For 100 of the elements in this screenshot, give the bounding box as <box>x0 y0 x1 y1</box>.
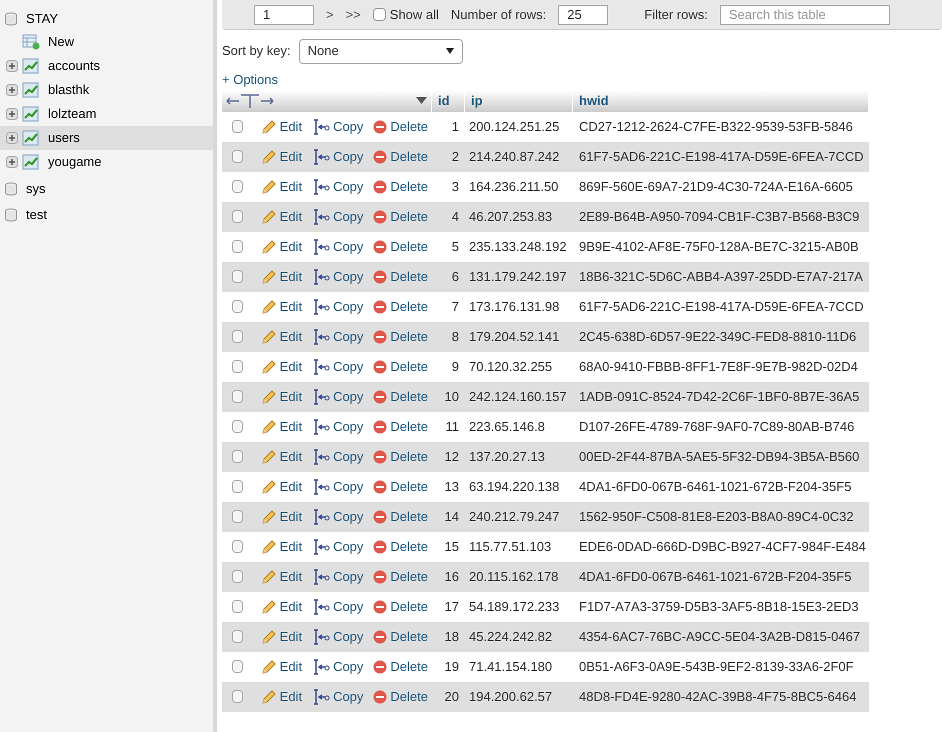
row-checkbox[interactable] <box>232 240 243 253</box>
edit-link[interactable]: Edit <box>280 536 302 556</box>
copy-link[interactable]: Copy <box>333 626 364 646</box>
copy-link[interactable]: Copy <box>333 356 364 376</box>
column-resize-icon[interactable] <box>226 94 274 108</box>
copy-link[interactable]: Copy <box>333 326 364 346</box>
copy-link[interactable]: Copy <box>333 446 364 466</box>
edit-link[interactable]: Edit <box>280 266 302 286</box>
copy-link[interactable]: Copy <box>333 506 364 526</box>
column-header[interactable]: ip <box>471 90 483 110</box>
edit-link[interactable]: Edit <box>280 566 302 586</box>
edit-link[interactable]: Edit <box>280 146 302 166</box>
edit-link[interactable]: Edit <box>280 176 302 196</box>
row-checkbox[interactable] <box>232 570 243 583</box>
next-page-button[interactable]: > <box>326 4 334 24</box>
copy-link[interactable]: Copy <box>333 236 364 256</box>
row-checkbox[interactable] <box>232 120 243 133</box>
edit-link[interactable]: Edit <box>280 686 302 706</box>
options-link[interactable]: + Options <box>222 72 278 87</box>
copy-link[interactable]: Copy <box>333 536 364 556</box>
delete-link[interactable]: Delete <box>390 356 428 376</box>
delete-link[interactable]: Delete <box>390 236 428 256</box>
rows-count-field[interactable]: 25 <box>558 4 608 24</box>
table-row[interactable]: users <box>0 126 213 150</box>
delete-link[interactable]: Delete <box>390 326 428 346</box>
copy-link[interactable]: Copy <box>333 566 364 586</box>
delete-link[interactable]: Delete <box>390 566 428 586</box>
delete-link[interactable]: Delete <box>390 476 428 496</box>
sort-caret-icon[interactable] <box>416 97 427 104</box>
copy-link[interactable]: Copy <box>333 296 364 316</box>
show-all-checkbox[interactable] <box>372 8 386 21</box>
row-checkbox[interactable] <box>232 450 243 463</box>
row-checkbox[interactable] <box>232 420 243 433</box>
row-checkbox[interactable] <box>232 390 243 403</box>
row-checkbox[interactable] <box>232 330 243 343</box>
table-link[interactable]: users <box>48 128 80 148</box>
expand-icon[interactable] <box>6 156 18 168</box>
database-link[interactable]: sys <box>26 179 46 199</box>
row-checkbox[interactable] <box>232 150 243 163</box>
delete-link[interactable]: Delete <box>390 506 428 526</box>
row-checkbox[interactable] <box>232 210 243 223</box>
copy-link[interactable]: Copy <box>333 596 364 616</box>
edit-link[interactable]: Edit <box>280 656 302 676</box>
copy-link[interactable]: Copy <box>333 206 364 226</box>
copy-link[interactable]: Copy <box>333 116 364 136</box>
table-row[interactable]: blasthk <box>0 78 213 102</box>
table-link[interactable]: yougame <box>48 152 102 172</box>
delete-link[interactable]: Delete <box>390 686 428 706</box>
copy-link[interactable]: Copy <box>333 146 364 166</box>
row-checkbox[interactable] <box>232 180 243 193</box>
edit-link[interactable]: Edit <box>280 596 302 616</box>
filter-field[interactable]: Search this table <box>720 4 890 24</box>
page-select[interactable]: 1 <box>254 4 314 24</box>
row-checkbox[interactable] <box>232 660 243 673</box>
table-row[interactable]: New <box>0 30 213 54</box>
delete-link[interactable]: Delete <box>390 266 428 286</box>
column-header[interactable]: hwid <box>579 90 609 110</box>
new-table-link[interactable]: New <box>48 32 74 52</box>
row-checkbox[interactable] <box>232 300 243 313</box>
delete-link[interactable]: Delete <box>390 296 428 316</box>
delete-link[interactable]: Delete <box>390 536 428 556</box>
row-checkbox[interactable] <box>232 480 243 493</box>
edit-link[interactable]: Edit <box>280 116 302 136</box>
delete-link[interactable]: Delete <box>390 416 428 436</box>
edit-link[interactable]: Edit <box>280 206 302 226</box>
row-checkbox[interactable] <box>232 600 243 613</box>
copy-link[interactable]: Copy <box>333 686 364 706</box>
copy-link[interactable]: Copy <box>333 386 364 406</box>
row-checkbox[interactable] <box>232 360 243 373</box>
delete-link[interactable]: Delete <box>390 656 428 676</box>
table-link[interactable]: lolzteam <box>48 104 96 124</box>
delete-link[interactable]: Delete <box>390 596 428 616</box>
row-checkbox[interactable] <box>232 540 243 553</box>
copy-link[interactable]: Copy <box>333 476 364 496</box>
delete-link[interactable]: Delete <box>390 626 428 646</box>
edit-link[interactable]: Edit <box>280 476 302 496</box>
table-link[interactable]: accounts <box>48 56 100 76</box>
expand-icon[interactable] <box>6 132 18 144</box>
last-page-button[interactable]: >> <box>346 4 361 24</box>
row-checkbox[interactable] <box>232 510 243 523</box>
table-link[interactable]: blasthk <box>48 80 90 100</box>
copy-link[interactable]: Copy <box>333 266 364 286</box>
edit-link[interactable]: Edit <box>280 296 302 316</box>
edit-link[interactable]: Edit <box>280 506 302 526</box>
expand-icon[interactable] <box>6 84 18 96</box>
edit-link[interactable]: Edit <box>280 236 302 256</box>
row-checkbox[interactable] <box>232 690 243 703</box>
delete-link[interactable]: Delete <box>390 386 428 406</box>
table-row[interactable]: accounts <box>0 54 213 78</box>
edit-link[interactable]: Edit <box>280 356 302 376</box>
expand-icon[interactable] <box>6 60 18 72</box>
row-checkbox[interactable] <box>232 630 243 643</box>
expand-icon[interactable] <box>6 108 18 120</box>
edit-link[interactable]: Edit <box>280 626 302 646</box>
delete-link[interactable]: Delete <box>390 206 428 226</box>
database-link[interactable]: STAY <box>26 9 58 29</box>
database-link[interactable]: test <box>26 205 47 225</box>
copy-link[interactable]: Copy <box>333 416 364 436</box>
delete-link[interactable]: Delete <box>390 116 428 136</box>
edit-link[interactable]: Edit <box>280 416 302 436</box>
